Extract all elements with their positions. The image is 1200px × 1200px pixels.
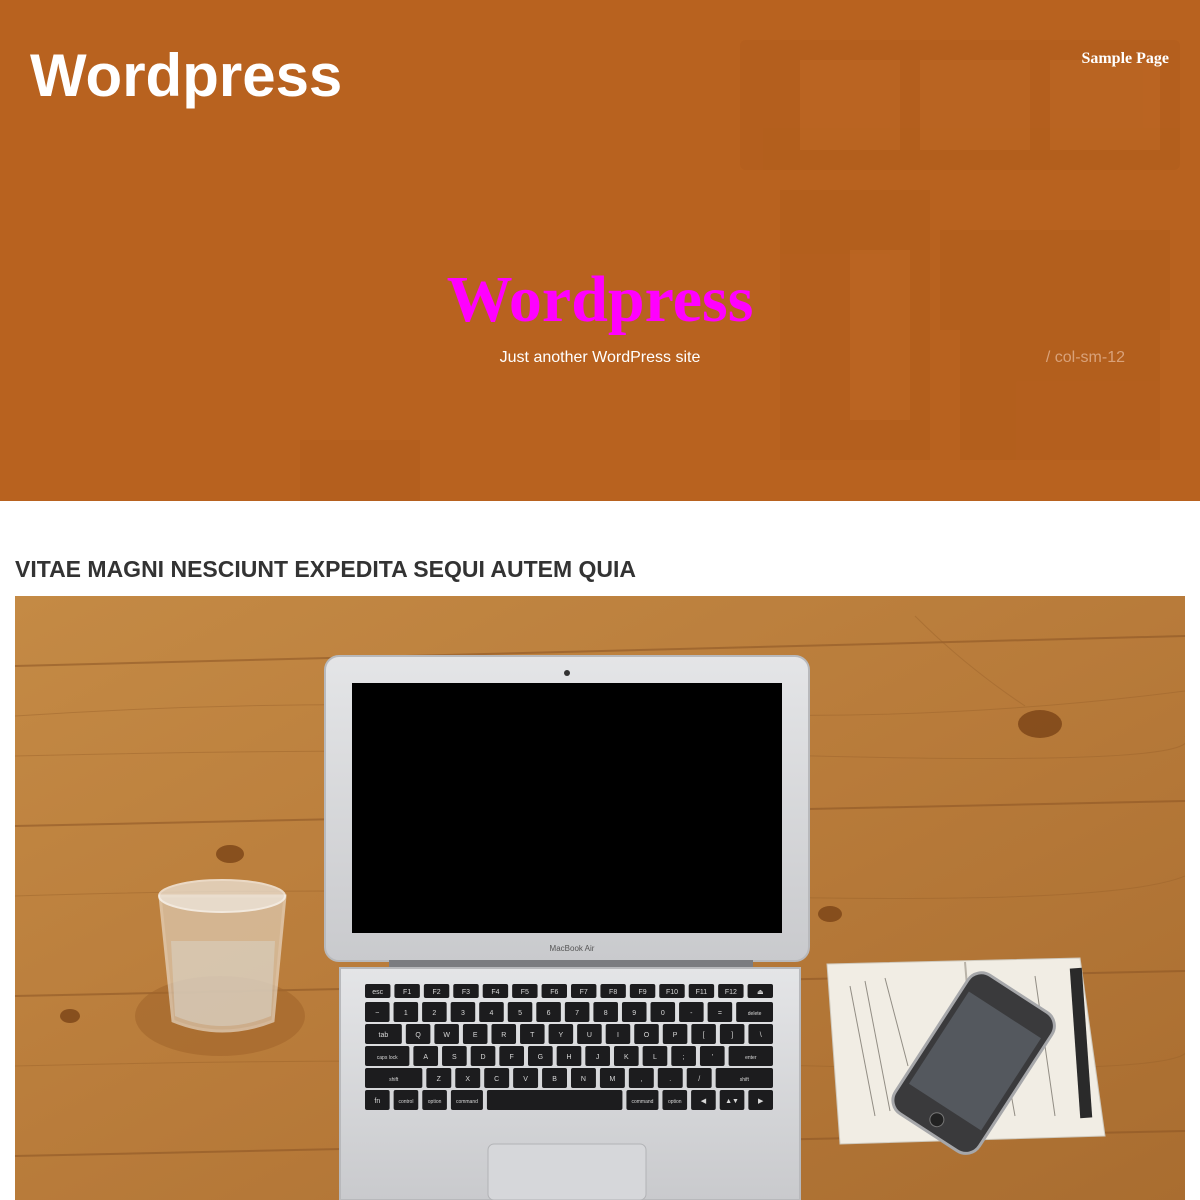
keyboard-key: [486, 1090, 623, 1110]
keyboard-key-label: F10: [666, 989, 678, 996]
keyboard-key-label: N: [581, 1076, 586, 1083]
keyboard-key-label: 3: [461, 1010, 465, 1017]
keyboard-key-label: 9: [632, 1010, 636, 1017]
keyboard-key-label: ~: [375, 1010, 379, 1017]
primary-nav: Sample Page: [1081, 50, 1169, 68]
keyboard-key-label: F2: [432, 989, 440, 996]
keyboard-key-label: command: [456, 1099, 478, 1105]
keyboard-key-label: T: [530, 1032, 535, 1039]
keyboard-key-label: J: [596, 1054, 600, 1061]
keyboard-key-label: F7: [580, 989, 588, 996]
keyboard-key-label: F6: [550, 989, 558, 996]
keyboard-key-label: P: [673, 1032, 678, 1039]
laptop-keyboard: esc F1 F2 F3 F4 F5 F6 F7 F8 F9 F10 F11 F12 ⏏~ 1 2 3 4 5 6 7 8…: [365, 984, 773, 1110]
keyboard-key-label: F1: [403, 989, 411, 996]
keyboard-key-label: ,: [640, 1076, 642, 1083]
keyboard-key-label: 5: [518, 1010, 522, 1017]
keyboard-key-label: caps lock: [377, 1055, 398, 1061]
keyboard-key-label: option: [428, 1099, 442, 1105]
keyboard-key-label: option: [668, 1099, 682, 1105]
keyboard-key-label: tab: [379, 1032, 389, 1039]
laptop: MacBook Air esc F1 F2 F3 F4 F5 F6 F7 F8 F9 F10 F11 F…: [324, 655, 810, 1200]
keyboard-key-label: Y: [559, 1032, 564, 1039]
keyboard-key-label: F9: [638, 989, 646, 996]
keyboard-key-label: enter: [745, 1055, 757, 1061]
keyboard-key-label: V: [523, 1076, 528, 1083]
site-tagline: Just another WordPress site: [499, 349, 701, 366]
keyboard-key-label: delete: [748, 1011, 762, 1017]
keyboard-key-label: F5: [521, 989, 529, 996]
keyboard-key-label: F11: [696, 989, 708, 996]
keyboard-key-label: F12: [725, 989, 737, 996]
laptop-screen: [352, 683, 782, 933]
keyboard-key-label: 8: [604, 1010, 608, 1017]
trackpad: [487, 1143, 647, 1200]
keyboard-key-label: X: [465, 1076, 470, 1083]
keyboard-key-label: D: [480, 1054, 485, 1061]
keyboard-key-label: O: [644, 1032, 650, 1039]
featured-image[interactable]: MacBook Air esc F1 F2 F3 F4 F5 F6 F7 F8 F9 F10 F11 F…: [15, 596, 1185, 1200]
keyboard-key-label: \: [760, 1032, 762, 1039]
desk-photo: MacBook Air esc F1 F2 F3 F4 F5 F6 F7 F8 F9 F10 F11 F…: [15, 596, 1185, 1200]
keyboard-key-label: B: [552, 1076, 557, 1083]
keyboard-key-label: F4: [491, 989, 499, 996]
keyboard-key-label: esc: [372, 989, 383, 996]
hero-banner: Wordpress Sample Page Wordpress Just ano…: [0, 0, 1200, 501]
keyboard-key-label: 7: [575, 1010, 579, 1017]
keyboard-key-label: A: [423, 1054, 428, 1061]
keyboard-key-label: E: [473, 1032, 478, 1039]
keyboard-key-label: fn: [374, 1098, 380, 1105]
keyboard-key-label: 1: [404, 1010, 408, 1017]
keyboard-key-label: ◀: [701, 1098, 707, 1105]
keyboard-key-label: L: [653, 1054, 657, 1061]
keyboard-key-label: 2: [432, 1010, 436, 1017]
laptop-brand-label: MacBook Air: [550, 944, 595, 953]
keyboard-key-label: I: [617, 1032, 619, 1039]
keyboard-key-label: Z: [437, 1076, 442, 1083]
keyboard-key-label: [: [703, 1032, 705, 1039]
layout-comment-text: / col-sm-12: [1045, 349, 1125, 366]
keyboard-key-label: W: [443, 1032, 450, 1039]
keyboard-key-label: F8: [609, 989, 617, 996]
keyboard-key-label: ▶: [758, 1098, 764, 1105]
keyboard-key-label: ▲▼: [725, 1098, 739, 1105]
keyboard-key-label: =: [718, 1010, 722, 1017]
site-title[interactable]: Wordpress: [30, 40, 342, 112]
keyboard-key-label: M: [609, 1076, 615, 1083]
keyboard-key-label: U: [587, 1032, 592, 1039]
keyboard-key-label: ⏏: [757, 989, 764, 996]
keyboard-key-label: G: [538, 1054, 543, 1061]
keyboard-key-label: .: [669, 1076, 671, 1083]
nav-link-sample-page[interactable]: Sample Page: [1081, 50, 1169, 67]
keyboard-key-label: 4: [490, 1010, 494, 1017]
keyboard-key-label: F3: [462, 989, 470, 996]
keyboard-key-label: S: [452, 1054, 457, 1061]
keyboard-key-label: 0: [661, 1010, 665, 1017]
keyboard-key-label: R: [501, 1032, 506, 1039]
post-title[interactable]: VITAE MAGNI NESCIUNT EXPEDITA SEQUI AUTE…: [15, 555, 636, 583]
keyboard-key-label: ': [712, 1054, 713, 1061]
keyboard-key-label: H: [566, 1054, 571, 1061]
keyboard-key-label: C: [494, 1076, 499, 1083]
keyboard-key-label: control: [398, 1099, 413, 1105]
keyboard-key-label: F: [510, 1054, 514, 1061]
hero-title-wrap: Wordpress: [0, 262, 1200, 338]
keyboard-key-label: Q: [415, 1032, 421, 1039]
keyboard-key-label: command: [631, 1099, 653, 1105]
keyboard-key-label: K: [624, 1054, 629, 1061]
hero-title: Wordpress: [446, 263, 754, 336]
keyboard-key-label: ]: [731, 1032, 733, 1039]
keyboard-key-label: shift: [740, 1077, 750, 1083]
keyboard-key-label: shift: [389, 1077, 399, 1083]
keyboard-key-label: 6: [547, 1010, 551, 1017]
keyboard-key-label: /: [698, 1076, 700, 1083]
keyboard-key-label: ;: [683, 1054, 685, 1061]
